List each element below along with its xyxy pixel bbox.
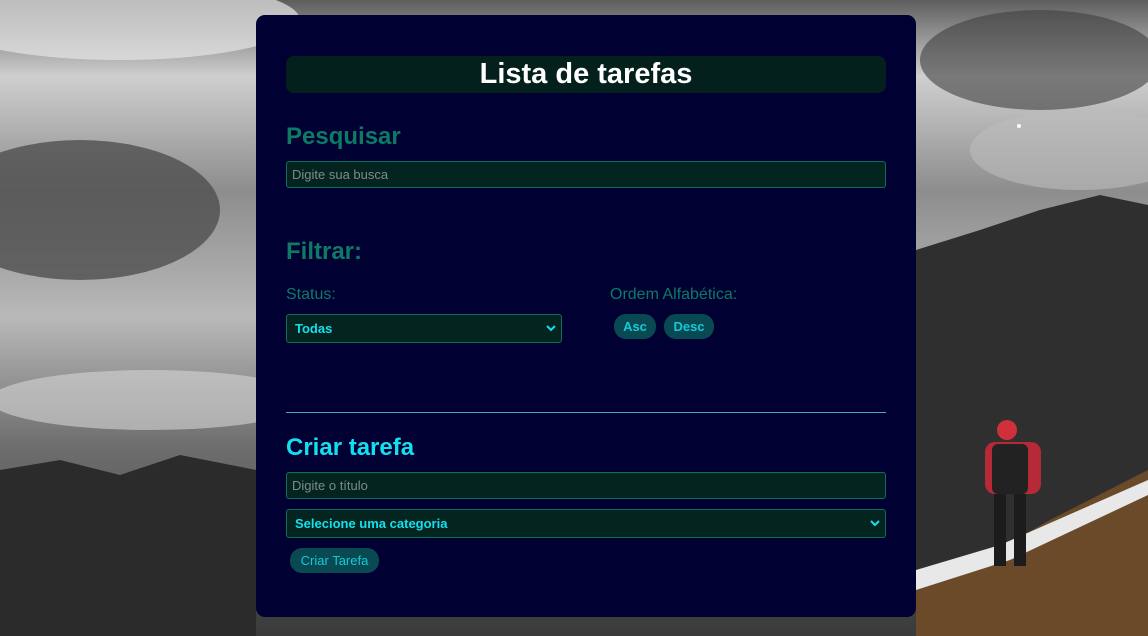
sort-desc-button[interactable]: Desc (664, 314, 714, 339)
status-label: Status: (286, 286, 336, 303)
chevron-down-icon (870, 520, 880, 527)
section-divider (286, 412, 886, 413)
create-task-button[interactable]: Criar Tarefa (290, 548, 379, 573)
status-select[interactable]: Todas (286, 314, 562, 343)
page-title: Lista de tarefas (286, 56, 886, 93)
filter-heading: Filtrar: (286, 238, 363, 265)
sort-asc-button[interactable]: Asc (614, 314, 656, 339)
todo-card: Lista de tarefas Pesquisar Filtrar: Stat… (256, 15, 916, 617)
order-label: Ordem Alfabética: (610, 286, 738, 303)
search-heading: Pesquisar (286, 123, 401, 150)
create-heading: Criar tarefa (286, 434, 415, 461)
category-select[interactable]: Selecione uma categoria (286, 509, 886, 538)
chevron-down-icon (546, 325, 556, 332)
status-select-value: Todas (295, 321, 333, 336)
task-title-input[interactable] (286, 472, 886, 499)
search-input[interactable] (286, 161, 886, 188)
category-select-value: Selecione uma categoria (295, 516, 448, 531)
